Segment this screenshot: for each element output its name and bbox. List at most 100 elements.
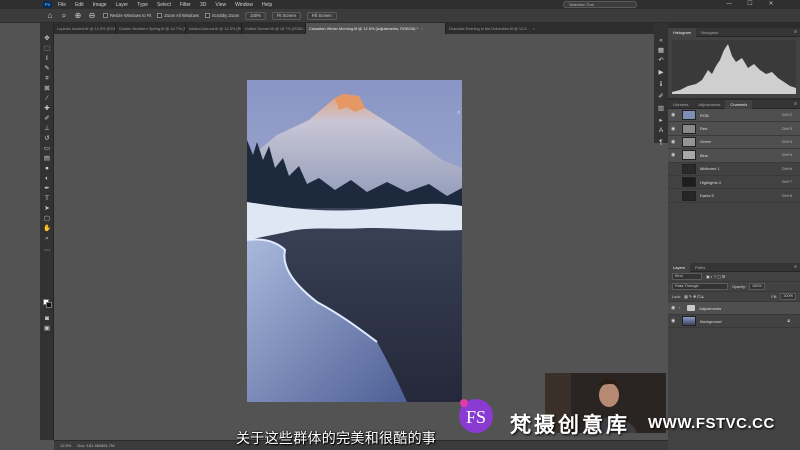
panel-menu-icon[interactable]: ≡ <box>794 29 800 35</box>
channel-row-highlights[interactable]: Highlights 4 Ctrl+7 <box>668 176 800 190</box>
frame-tool-icon[interactable]: ⊠ <box>43 85 51 93</box>
eye-icon[interactable]: ◉ <box>671 305 679 311</box>
menu-filter[interactable]: Filter <box>180 2 191 8</box>
tab-libraries[interactable]: Libraries <box>668 100 693 109</box>
fill-screen-button[interactable]: Fill Screen <box>306 11 337 20</box>
zoom-all-windows-checkbox[interactable]: Zoom All Windows <box>157 13 199 18</box>
channel-row-midtones[interactable]: Midtones 1 Ctrl+6 <box>668 163 800 176</box>
lock-icons[interactable]: ▦ ✎ ✥ ⊡ 🔒︎ <box>684 294 703 299</box>
dodge-tool-icon[interactable]: ◐ <box>43 175 51 183</box>
tab-close-icon[interactable]: × <box>533 23 535 34</box>
zoom-level[interactable]: 12.5% <box>60 443 71 448</box>
zoom-100-button[interactable]: 100% <box>245 11 266 20</box>
menu-view[interactable]: View <box>215 2 226 8</box>
eyedropper-tool-icon[interactable]: ⁄ <box>43 95 51 103</box>
quick-select-tool-icon[interactable]: ✎ <box>43 65 51 73</box>
blur-tool-icon[interactable]: ● <box>43 165 51 173</box>
gradient-tool-icon[interactable]: ▤ <box>43 155 51 163</box>
channel-row-green[interactable]: ◉ Green Ctrl+4 <box>668 135 800 150</box>
menu-edit[interactable]: Edit <box>75 2 84 8</box>
blend-mode-select[interactable]: Pass Through <box>672 283 728 290</box>
tab-layers[interactable]: Layers <box>668 262 691 272</box>
zoom-tool-icon[interactable]: ⌕ <box>43 235 51 243</box>
background-color-swatch[interactable] <box>46 302 52 308</box>
canvas-photo[interactable] <box>247 80 462 402</box>
type-tool-icon[interactable]: T <box>43 195 51 203</box>
channel-row-blue[interactable]: ◉ Blue Ctrl+5 <box>668 149 800 163</box>
tab-adjustments[interactable]: Adjustments <box>693 100 725 109</box>
menu-file[interactable]: File <box>58 2 66 8</box>
channel-row-red[interactable]: ◉ Red Ctrl+3 <box>668 122 800 136</box>
document-tab[interactable]: Lupines Iceland.tif @ 12.5% (RGB/...× <box>54 23 116 34</box>
panel-menu-icon[interactable]: ≡ <box>794 101 800 107</box>
menu-image[interactable]: Image <box>93 2 107 8</box>
spot-healing-tool-icon[interactable]: ✚ <box>43 105 51 113</box>
tab-histogram[interactable]: Histogram <box>668 27 697 37</box>
eye-icon[interactable]: ◉ <box>671 126 679 132</box>
document-tab[interactable]: Dramatic Evening in the Dolomites.tif @ … <box>446 23 668 34</box>
more-tools-icon[interactable]: ⋯ <box>43 247 51 255</box>
screen-mode-icon[interactable]: ▣ <box>43 325 51 333</box>
expand-arrow-icon[interactable]: › <box>679 306 680 310</box>
rectangle-tool-icon[interactable]: ▢ <box>43 215 51 223</box>
layer-row-background[interactable]: ◉ Background 🔒︎ <box>668 315 800 328</box>
tool-search-field[interactable]: Selection Tool <box>563 1 637 8</box>
marquee-tool-icon[interactable]: ⬚ <box>43 45 51 53</box>
maximize-button[interactable]: ☐ <box>743 0 757 9</box>
zoom-tool-icon[interactable]: ⌕ <box>59 11 69 21</box>
zoom-out-icon[interactable]: ⊖ <box>87 11 97 21</box>
menu-select[interactable]: Select <box>157 2 171 8</box>
layer-row-adjustments[interactable]: ◉ › Adjustments <box>668 302 800 315</box>
document-tab-active[interactable]: Canadian Winter Morning.tif @ 12.5% (Adj… <box>306 23 446 34</box>
eye-icon[interactable]: ◉ <box>671 318 679 324</box>
home-icon[interactable]: ⌂ <box>45 11 55 21</box>
move-tool-icon[interactable]: ✥ <box>43 35 51 43</box>
history-icon[interactable]: ↶ <box>657 57 665 65</box>
filter-icons[interactable]: ▣ ◐ T ▢ ⊞ <box>706 274 725 279</box>
fit-screen-button[interactable]: Fit Screen <box>271 11 301 20</box>
menu-layer[interactable]: Layer <box>116 2 129 8</box>
eye-icon[interactable]: ◉ <box>671 112 679 118</box>
brush-tool-icon[interactable]: ✐ <box>43 115 51 123</box>
menu-3d[interactable]: 3D <box>200 2 206 8</box>
resize-windows-checkbox[interactable]: Resize Windows to Fit <box>103 13 151 18</box>
document-tab[interactable]: Golden Northern Spring.tif @ 16.7% (RGB.… <box>116 23 186 34</box>
minimize-button[interactable]: — <box>722 0 736 9</box>
tab-paths[interactable]: Paths <box>690 263 710 272</box>
fill-field[interactable]: 100% <box>780 293 796 300</box>
character-icon[interactable]: A <box>657 127 665 135</box>
properties-icon[interactable]: ▦ <box>657 47 665 55</box>
eye-icon[interactable]: ◉ <box>671 152 679 158</box>
crop-tool-icon[interactable]: ⌗ <box>43 75 51 83</box>
document-tab[interactable]: Dotted Sunset.tif @ 16.7% (RGB/...× <box>242 23 306 34</box>
history-brush-tool-icon[interactable]: ↺ <box>43 135 51 143</box>
hand-tool-icon[interactable]: ✋ <box>43 225 51 233</box>
lasso-tool-icon[interactable]: ℓ <box>43 55 51 63</box>
close-window-button[interactable]: ✕ <box>764 0 778 9</box>
tab-navigator[interactable]: Navigator <box>696 28 723 37</box>
eye-icon[interactable]: ◉ <box>671 139 679 145</box>
collapse-panels-icon[interactable]: « <box>657 37 665 45</box>
scrubby-zoom-checkbox[interactable]: Scrubby Zoom <box>204 13 239 18</box>
clone-stamp-tool-icon[interactable]: ⊥ <box>43 125 51 133</box>
layer-kind-filter[interactable]: Kind <box>672 273 702 280</box>
menu-help[interactable]: Help <box>262 2 272 8</box>
document-tab[interactable]: Iceland Aurora.tif @ 12.5% (RGB/...× <box>186 23 242 34</box>
play-icon[interactable]: ▸ <box>657 117 665 125</box>
tab-close-icon[interactable]: × <box>421 23 423 34</box>
panel-menu-icon[interactable]: ≡ <box>794 264 800 270</box>
opacity-field[interactable]: 100% <box>748 283 765 290</box>
channel-row-rgb[interactable]: ◉ RGB Ctrl+2 <box>668 109 800 123</box>
channel-row-darks[interactable]: Darks 5 Ctrl+8 <box>668 189 800 203</box>
brush-settings-icon[interactable]: ✐ <box>657 93 665 101</box>
menu-window[interactable]: Window <box>235 2 253 8</box>
pen-tool-icon[interactable]: ✒ <box>43 185 51 193</box>
menu-type[interactable]: Type <box>137 2 148 8</box>
quick-mask-icon[interactable]: ◙ <box>43 315 51 323</box>
eraser-tool-icon[interactable]: ▭ <box>43 145 51 153</box>
swatches-icon[interactable]: ▥ <box>657 105 665 113</box>
paragraph-icon[interactable]: ¶ <box>657 139 665 147</box>
zoom-in-icon[interactable]: ⊕ <box>73 11 83 21</box>
path-selection-tool-icon[interactable]: ➤ <box>43 205 51 213</box>
tab-channels[interactable]: Channels <box>725 99 753 109</box>
